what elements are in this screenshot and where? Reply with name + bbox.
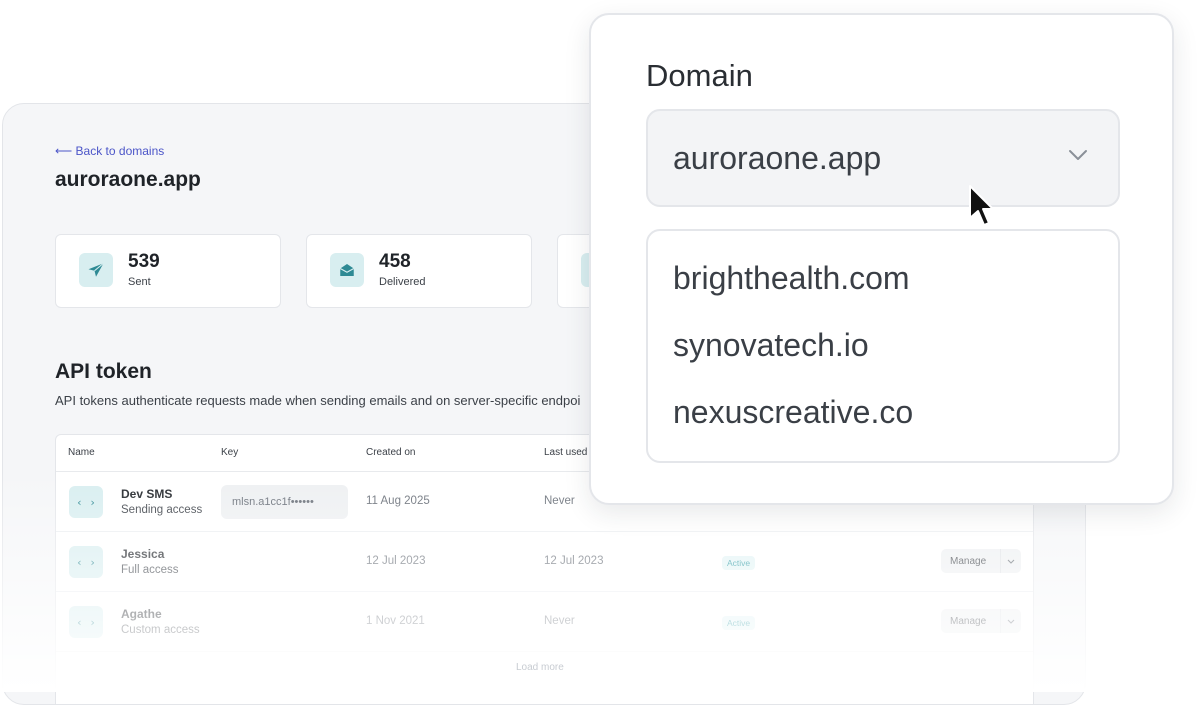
- domain-options-list: brighthealth.com synovatech.io nexuscrea…: [646, 229, 1120, 463]
- code-icon: ‹ ›: [69, 546, 103, 578]
- api-token-description: API tokens authenticate requests made wh…: [55, 393, 581, 408]
- last-used: Never: [544, 615, 575, 627]
- table-row[interactable]: ‹ › Jessica Full access 12 Jul 2023 12 J…: [56, 532, 1033, 592]
- token-key[interactable]: mlsn.a1cc1f••••••: [221, 485, 348, 519]
- domain-option[interactable]: nexuscreative.co: [673, 394, 913, 431]
- stat-value: 539: [128, 251, 160, 272]
- domain-select-value: auroraone.app: [673, 140, 882, 176]
- token-name: Agathe: [121, 607, 162, 621]
- stat-card-delivered: 458 Delivered: [306, 234, 532, 308]
- manage-label: Manage: [950, 615, 987, 627]
- created-on: 11 Aug 2025: [366, 495, 430, 507]
- chevron-down-icon: [1069, 150, 1087, 160]
- status-badge: Active: [722, 616, 756, 630]
- chevron-down-icon[interactable]: [1000, 549, 1021, 573]
- manage-button[interactable]: Manage: [941, 609, 1021, 633]
- stat-label: Sent: [128, 276, 151, 288]
- last-used: 12 Jul 2023: [544, 555, 604, 567]
- created-on: 12 Jul 2023: [366, 555, 426, 567]
- column-header-name: Name: [68, 447, 95, 458]
- created-on: 1 Nov 2021: [366, 615, 425, 627]
- load-more-button[interactable]: Load more: [516, 662, 564, 673]
- paper-plane-icon: [79, 253, 113, 287]
- table-row[interactable]: ‹ › Agathe Custom access 1 Nov 2021 Neve…: [56, 592, 1033, 652]
- last-used: Never: [544, 495, 575, 507]
- token-name: Jessica: [121, 547, 165, 561]
- column-header-created: Created on: [366, 447, 416, 458]
- stat-card-sent: 539 Sent: [55, 234, 281, 308]
- token-access: Full access: [121, 564, 179, 576]
- code-icon: ‹ ›: [69, 606, 103, 638]
- domain-option[interactable]: synovatech.io: [673, 327, 869, 364]
- page-title: auroraone.app: [55, 168, 201, 191]
- stat-value: 458: [379, 251, 411, 272]
- domain-select-popover: Domain auroraone.app brighthealth.com sy…: [589, 13, 1174, 505]
- token-access: Custom access: [121, 624, 200, 636]
- stat-label: Delivered: [379, 276, 426, 288]
- domain-option[interactable]: brighthealth.com: [673, 260, 910, 297]
- token-access: Sending access: [121, 504, 203, 516]
- back-to-domains-link[interactable]: ⟵ Back to domains: [55, 144, 164, 158]
- manage-button[interactable]: Manage: [941, 549, 1021, 573]
- column-header-key: Key: [221, 447, 239, 458]
- column-header-last-used: Last used: [544, 447, 588, 458]
- manage-label: Manage: [950, 555, 987, 567]
- domain-select[interactable]: auroraone.app: [646, 109, 1120, 207]
- token-name: Dev SMS: [121, 487, 173, 501]
- api-token-title: API token: [55, 360, 152, 383]
- mouse-cursor-icon: [969, 185, 994, 226]
- status-badge: Active: [722, 556, 756, 570]
- chevron-down-icon[interactable]: [1000, 609, 1021, 633]
- envelope-open-icon: [330, 253, 364, 287]
- domain-label: Domain: [646, 58, 753, 93]
- code-icon: ‹ ›: [69, 486, 103, 518]
